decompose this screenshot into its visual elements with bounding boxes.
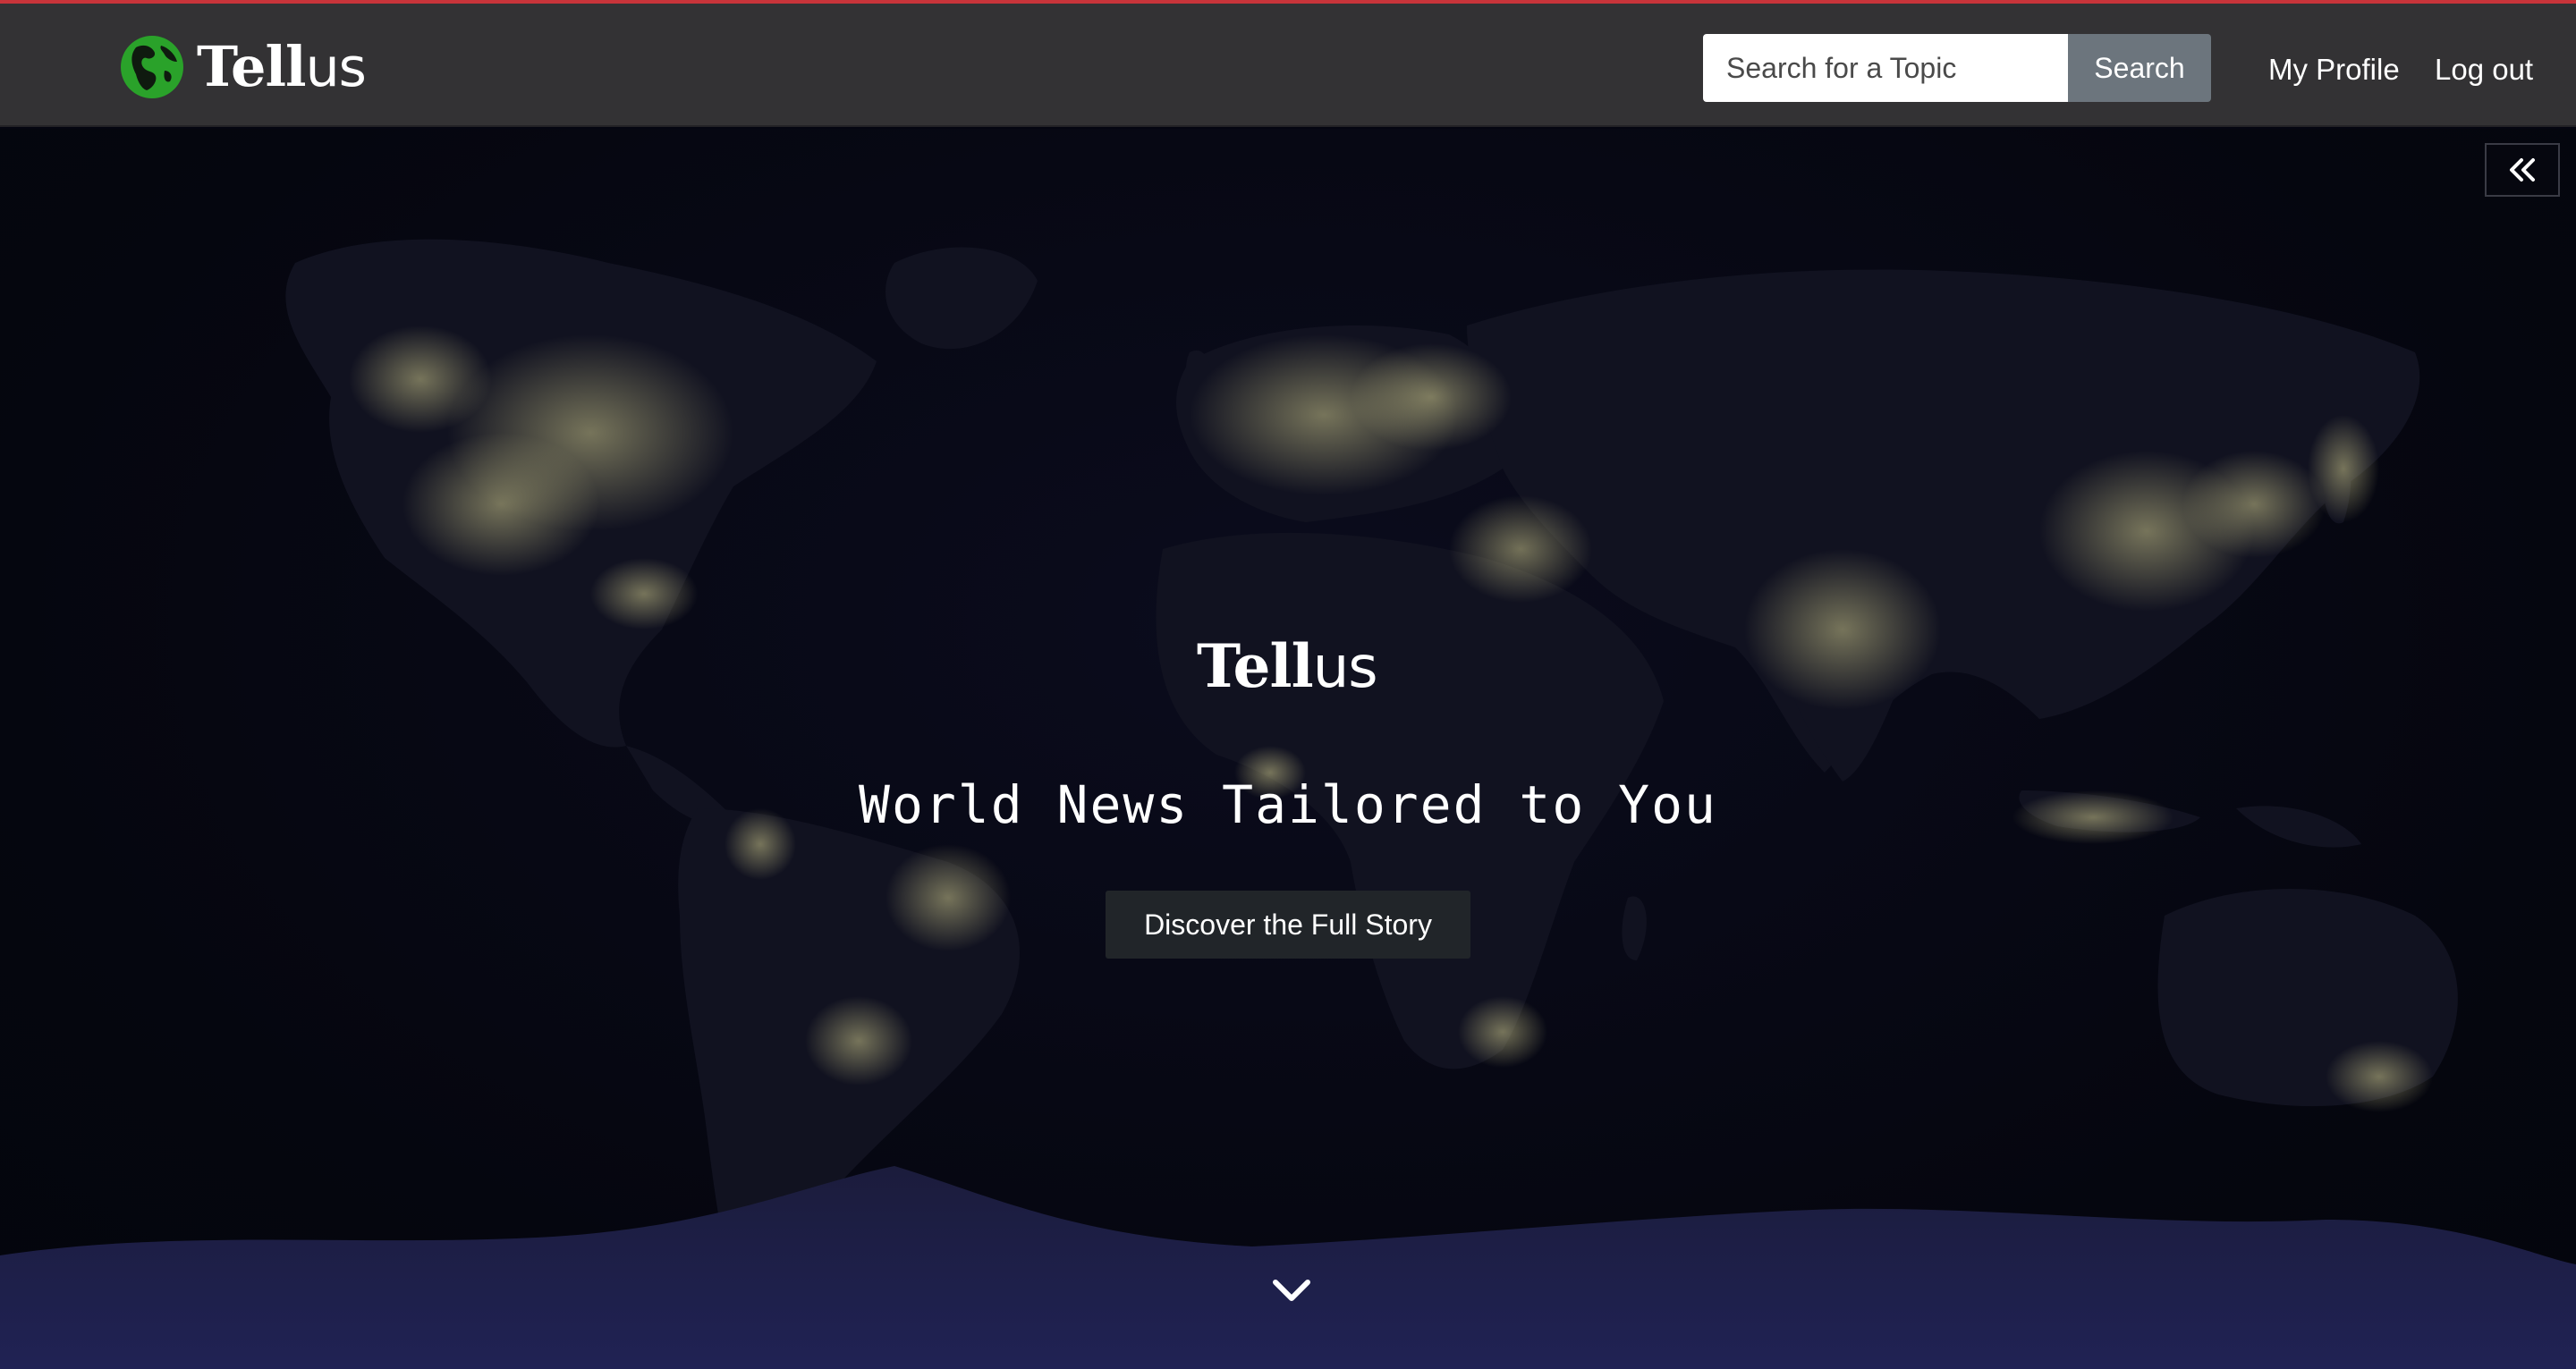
world-at-night-map xyxy=(0,239,2576,1369)
double-chevron-left-icon xyxy=(2510,158,2535,182)
brand-thin: us xyxy=(305,37,367,99)
search-input[interactable] xyxy=(1703,34,2068,102)
collapse-toggle-button[interactable] xyxy=(2485,143,2560,197)
navbar: Tellus Search My Profile Log out xyxy=(0,4,2576,127)
globe-icon xyxy=(121,36,183,98)
logout-link[interactable]: Log out xyxy=(2435,50,2533,89)
brand-wordmark: Tell us xyxy=(197,34,367,99)
my-profile-link[interactable]: My Profile xyxy=(2268,50,2400,89)
hero-logo-thin: us xyxy=(1312,635,1378,701)
discover-full-story-button[interactable]: Discover the Full Story xyxy=(1106,891,1470,959)
hero-section: Tell us World News Tailored to You Discov… xyxy=(0,129,2576,1369)
chevron-down-icon[interactable] xyxy=(1270,1273,1313,1309)
search-button[interactable]: Search xyxy=(2068,34,2211,102)
hero-tagline: World News Tailored to You xyxy=(859,774,1717,835)
hero-logo: Tell us xyxy=(1197,631,1378,708)
brand-bold: Tell xyxy=(197,34,307,99)
hero-logo-bold: Tell xyxy=(1197,631,1314,701)
brand-logo[interactable]: Tell us xyxy=(120,34,367,100)
